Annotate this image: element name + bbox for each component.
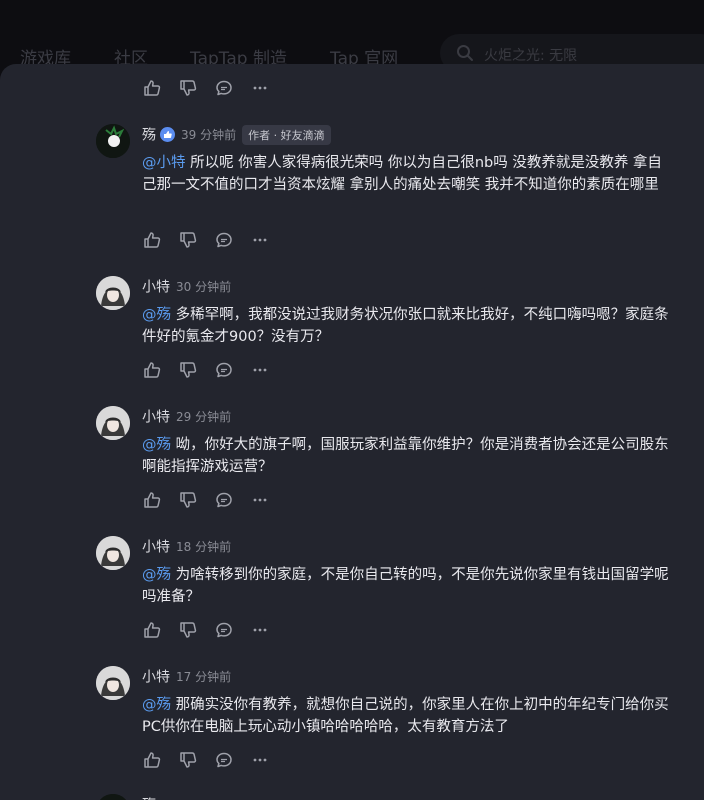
comment-time: 17 分钟前 <box>176 670 232 684</box>
mention-link[interactable]: @殇 <box>142 567 171 583</box>
like-icon[interactable] <box>142 230 162 250</box>
username[interactable]: 小特 <box>142 410 170 426</box>
reply-icon[interactable] <box>214 78 234 98</box>
comments-panel: 殇 39 分钟前 作者 · 好友滴滴 @小特 所以呢 你害人家得病很光荣吗 你以为自… <box>0 64 704 800</box>
verified-badge-icon <box>160 127 175 142</box>
more-icon[interactable] <box>250 490 270 510</box>
like-icon[interactable] <box>142 490 162 510</box>
like-icon[interactable] <box>142 360 162 380</box>
comment-time: 18 分钟前 <box>176 540 232 554</box>
avatar[interactable] <box>96 276 130 310</box>
like-icon[interactable] <box>142 620 162 640</box>
like-icon[interactable] <box>142 78 162 98</box>
comment-time: 29 分钟前 <box>176 410 232 424</box>
username[interactable]: 殇 <box>142 128 156 144</box>
mention-link[interactable]: @殇 <box>142 437 171 453</box>
search-icon <box>456 44 474 62</box>
comment-text: @小特 所以呢 你害人家得病很光荣吗 你以为自己很nb吗 没教养就是没教养 拿自… <box>142 155 662 193</box>
author-tag: 作者 · 好友滴滴 <box>242 124 331 145</box>
mention-link[interactable]: @小特 <box>142 155 186 171</box>
comment-time: 30 分钟前 <box>176 280 232 294</box>
comment-header: 殇 <box>142 794 156 800</box>
comment-text: @殇 为啥转移到你的家庭，不是你自己转的吗，不是你先说你家里有钱出国留学呢吗准备… <box>142 567 669 605</box>
comment-time: 39 分钟前 <box>181 128 237 142</box>
like-icon[interactable] <box>142 750 162 770</box>
comment-header: 小特 17 分钟前 <box>142 666 231 686</box>
comment-header: 小特 30 分钟前 <box>142 276 231 296</box>
reply-icon[interactable] <box>214 490 234 510</box>
comment-text: @殇 呦，你好大的旗子啊，国服玩家利益靠你维护？你是消费者协会还是公司股东啊能指… <box>142 437 669 475</box>
avatar[interactable] <box>96 406 130 440</box>
comment-header: 小特 29 分钟前 <box>142 406 231 426</box>
dislike-icon[interactable] <box>178 78 198 98</box>
reply-icon[interactable] <box>214 360 234 380</box>
mention-link[interactable]: @殇 <box>142 697 171 713</box>
dislike-icon[interactable] <box>178 230 198 250</box>
reply-icon[interactable] <box>214 620 234 640</box>
comment-text: @殇 多稀罕啊，我都没说过我财务状况你张口就来比我好，不纯口嗨吗嗯？家庭条件好的… <box>142 307 669 345</box>
more-icon[interactable] <box>250 78 270 98</box>
dislike-icon[interactable] <box>178 490 198 510</box>
avatar[interactable] <box>96 124 130 158</box>
reply-icon[interactable] <box>214 750 234 770</box>
avatar[interactable] <box>96 666 130 700</box>
comment-text: @殇 那确实没你有教养，就想你自己说的，你家里人在你上初中的年纪专门给你买PC供… <box>142 697 669 735</box>
reply-icon[interactable] <box>214 230 234 250</box>
username[interactable]: 小特 <box>142 670 170 686</box>
avatar[interactable] <box>96 536 130 570</box>
more-icon[interactable] <box>250 750 270 770</box>
avatar[interactable] <box>96 794 130 800</box>
dislike-icon[interactable] <box>178 360 198 380</box>
dislike-icon[interactable] <box>178 750 198 770</box>
username[interactable]: 小特 <box>142 280 170 296</box>
comment-header: 小特 18 分钟前 <box>142 536 231 556</box>
dislike-icon[interactable] <box>178 620 198 640</box>
comment-header: 殇 39 分钟前 作者 · 好友滴滴 <box>142 124 331 145</box>
more-icon[interactable] <box>250 230 270 250</box>
more-icon[interactable] <box>250 360 270 380</box>
mention-link[interactable]: @殇 <box>142 307 171 323</box>
more-icon[interactable] <box>250 620 270 640</box>
search-placeholder: 火炬之光: 无限 <box>484 48 578 64</box>
username[interactable]: 小特 <box>142 540 170 556</box>
